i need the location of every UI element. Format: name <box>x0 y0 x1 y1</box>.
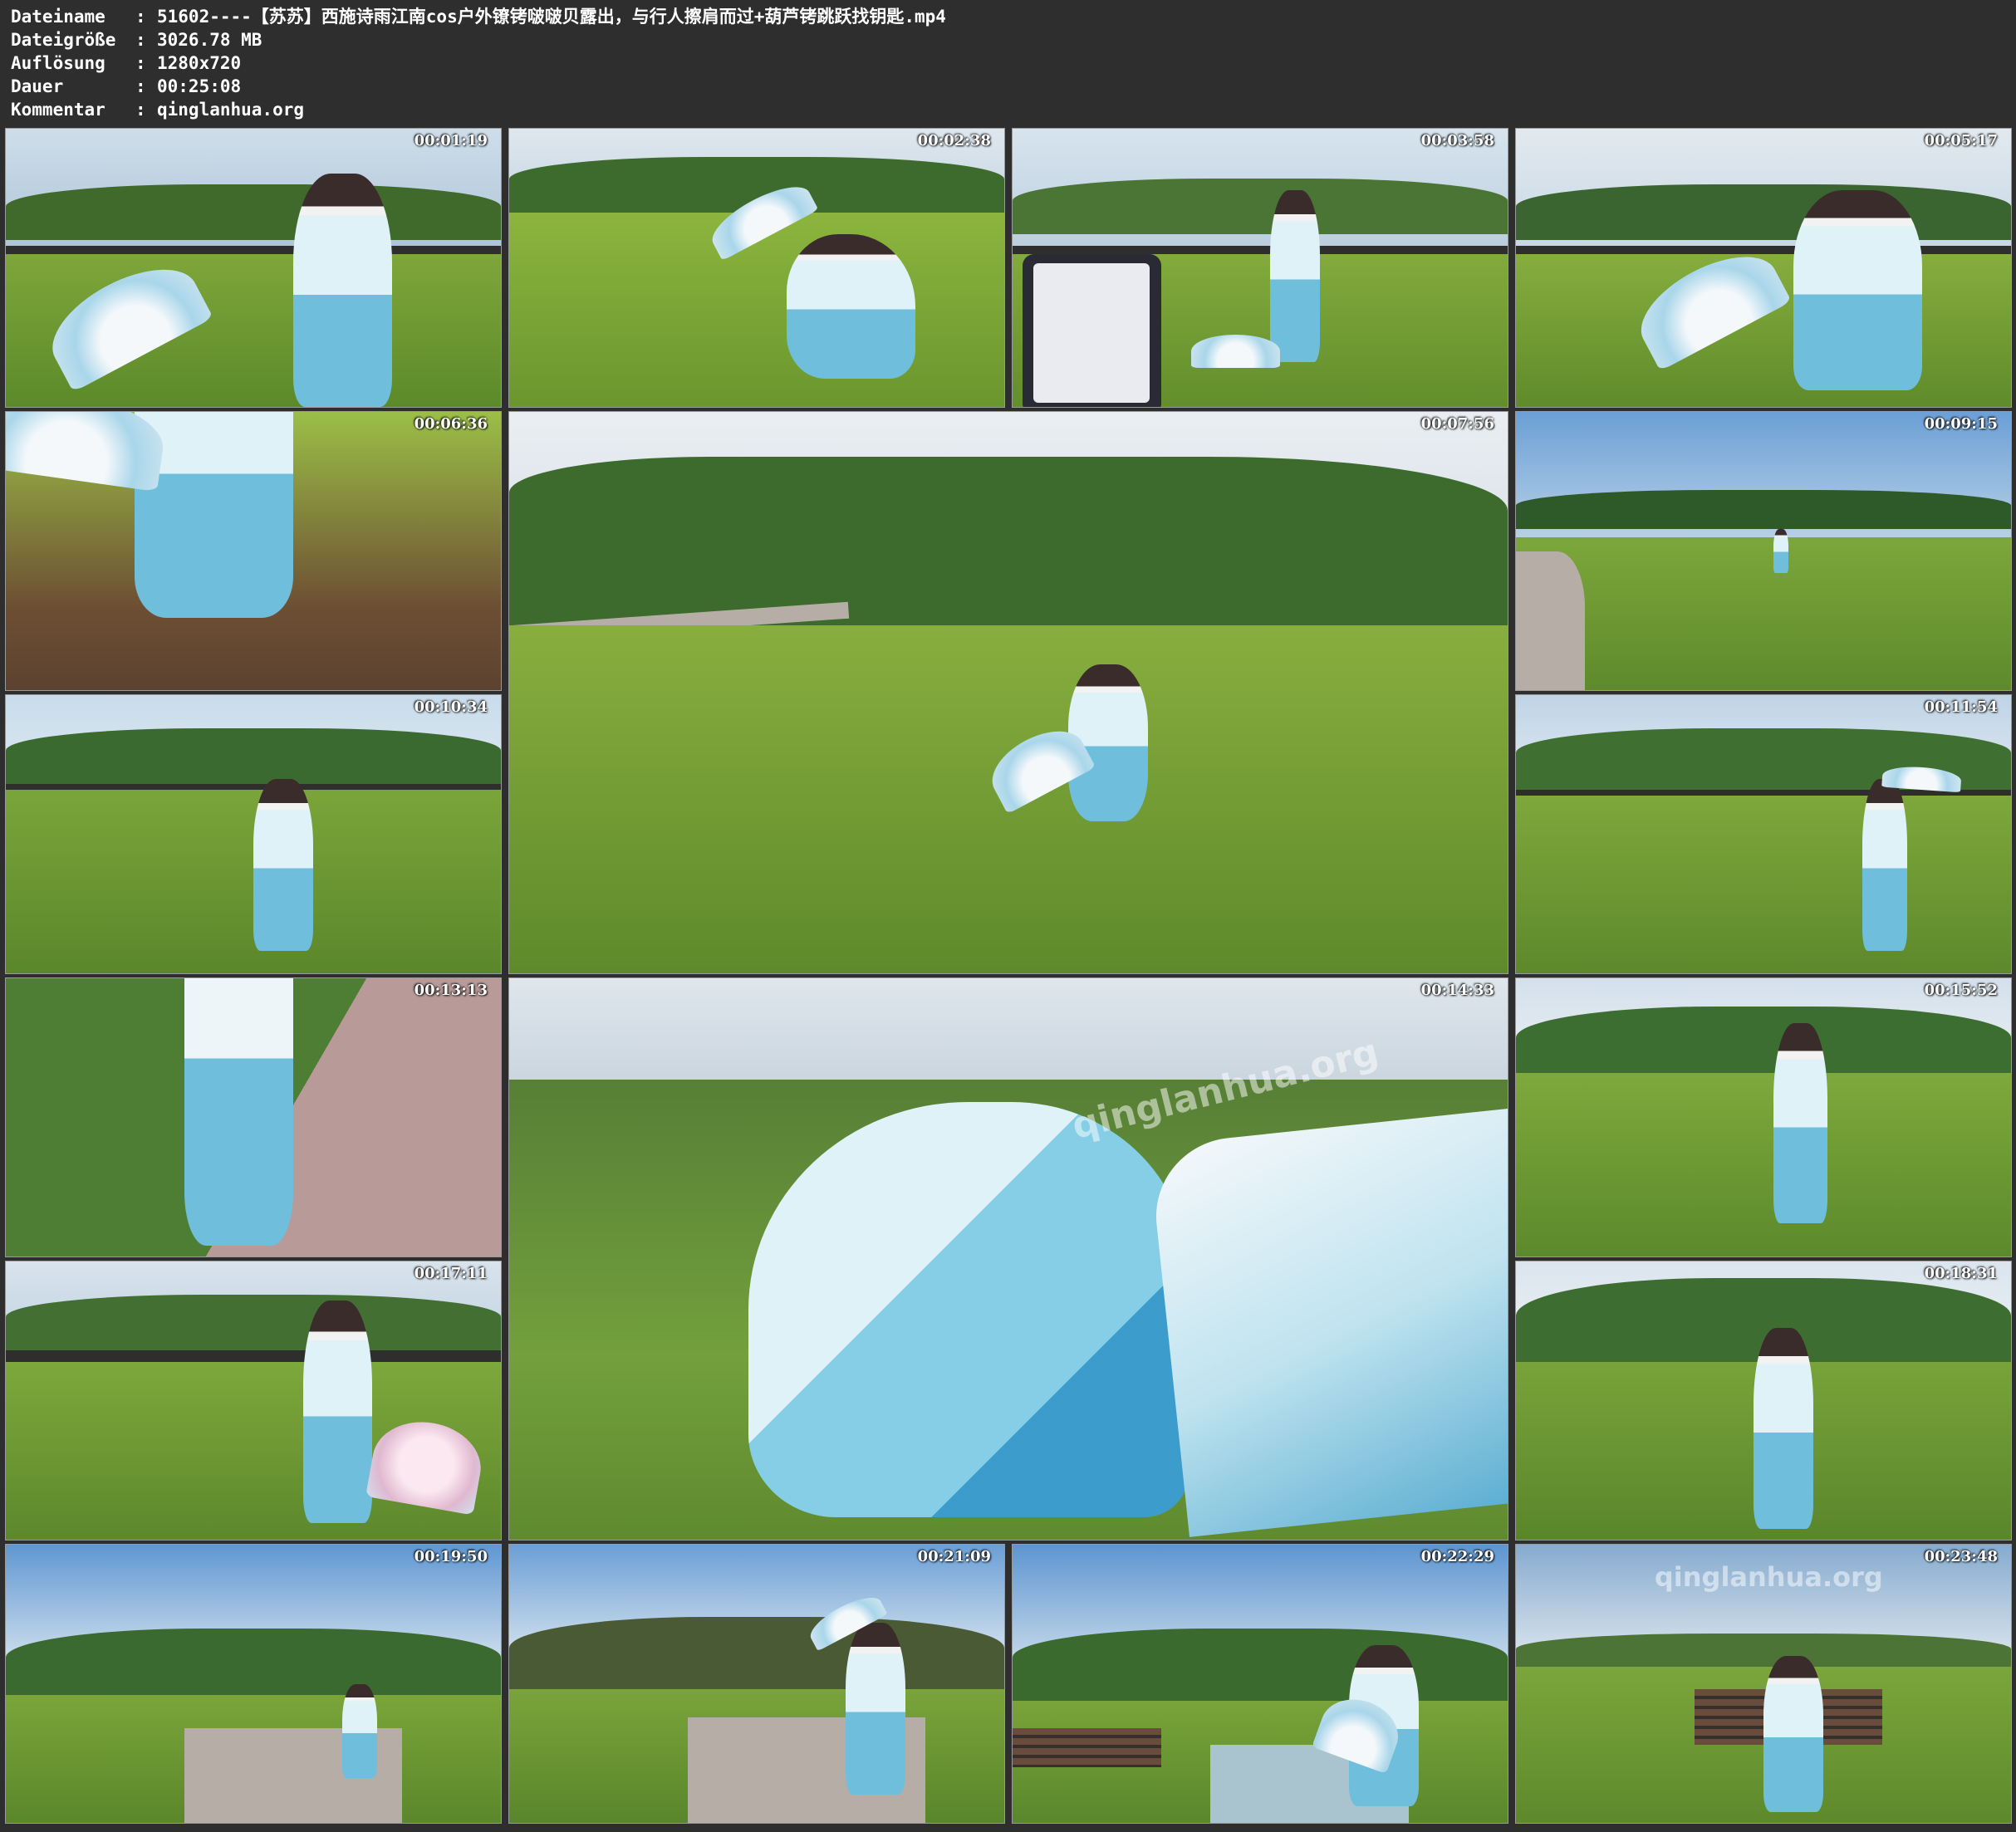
grass <box>1516 795 2011 973</box>
thumbnail[interactable]: 00:06:36 <box>5 411 502 691</box>
filename-sep: : <box>135 7 146 27</box>
grass <box>1516 1072 2011 1256</box>
duration-sep: : <box>135 76 146 96</box>
costumed-figure <box>1793 189 1922 390</box>
thumbnail[interactable]: 00:02:38 <box>508 128 1005 408</box>
filesize-row: Dateigröße : 3026.78 MB <box>11 28 946 51</box>
thumbnail[interactable]: 00:15:52 <box>1515 977 2012 1257</box>
phone-screen <box>1022 253 1161 407</box>
thumbnail[interactable]: 00:19:50 <box>5 1544 502 1824</box>
timestamp: 00:14:33 <box>1420 982 1494 999</box>
treeline <box>6 184 501 240</box>
timestamp: 00:15:52 <box>1924 982 1998 999</box>
filesize-value: 3026.78 MB <box>157 30 262 50</box>
thumbnail[interactable]: qinglanhua.org 00:23:48 <box>1515 1544 2012 1824</box>
filename-value: 51602----【苏苏】西施诗雨江南cos户外镣铐啵啵贝露出，与行人擦肩而过+… <box>157 7 946 27</box>
costumed-figure <box>1862 778 1907 952</box>
duration-row: Dauer : 00:25:08 <box>11 75 946 98</box>
treeline <box>509 1617 1004 1695</box>
file-info-header: Dateiname : 51602----【苏苏】西施诗雨江南cos户外镣铐啵啵… <box>11 5 946 121</box>
timestamp: 00:11:54 <box>1924 698 1998 716</box>
park-path <box>1516 551 1586 690</box>
costumed-figure <box>1763 1656 1823 1812</box>
costumed-figure <box>302 1300 373 1523</box>
resolution-value: 1280x720 <box>157 53 242 73</box>
resolution-key: Auflösung <box>11 53 105 73</box>
costumed-figure <box>846 1622 905 1795</box>
timestamp: 00:17:11 <box>414 1265 488 1282</box>
costumed-figure <box>1773 1022 1828 1223</box>
thumbnail[interactable]: 00:10:34 <box>5 694 502 974</box>
treeline <box>1013 1628 1508 1701</box>
timestamp: 00:03:58 <box>1420 132 1494 149</box>
comment-row: Kommentar : qinglanhua.org <box>11 98 946 121</box>
timestamp: 00:13:13 <box>414 982 488 999</box>
resolution-sep: : <box>135 53 146 73</box>
thumbnail[interactable]: 00:05:17 <box>1515 128 2012 408</box>
treeline <box>1516 184 2011 240</box>
thumbnail-large[interactable]: 00:07:56 <box>508 411 1508 974</box>
watermark: qinglanhua.org <box>1654 1561 1883 1594</box>
costumed-figure <box>748 1101 1189 1517</box>
parasol <box>1148 1104 1508 1537</box>
timestamp: 00:22:29 <box>1420 1548 1494 1565</box>
costumed-figure <box>253 778 313 952</box>
grass <box>1516 536 2011 690</box>
thumbnail[interactable]: 00:03:58 <box>1012 128 1508 408</box>
treeline <box>6 1295 501 1351</box>
filesize-sep: : <box>135 30 146 50</box>
timestamp: 00:09:15 <box>1924 415 1998 433</box>
treeline <box>6 728 501 785</box>
filesize-key: Dateigröße <box>11 30 116 50</box>
thumbnail[interactable]: 00:09:15 <box>1515 411 2012 691</box>
costumed-figure <box>1754 1328 1813 1529</box>
timestamp: 00:23:48 <box>1924 1548 1998 1565</box>
comment-value: qinglanhua.org <box>157 100 305 120</box>
thumbnail-large[interactable]: qinglanhua.org 00:14:33 <box>508 977 1508 1541</box>
duration-value: 00:25:08 <box>157 76 242 96</box>
thumbnail-grid: 00:01:19 00:02:38 00:03:58 00:05:17 00:0… <box>5 128 2012 1827</box>
parasol <box>1190 334 1280 369</box>
timestamp: 00:10:34 <box>414 698 488 716</box>
timestamp: 00:01:19 <box>414 132 488 149</box>
costumed-figure <box>292 173 392 407</box>
thumbnail[interactable]: 00:17:11 <box>5 1261 502 1541</box>
timestamp: 00:19:50 <box>414 1548 488 1565</box>
treeline <box>6 1628 501 1701</box>
thumbnail[interactable]: 00:18:31 <box>1515 1261 2012 1541</box>
timestamp: 00:02:38 <box>917 132 991 149</box>
treeline <box>1013 179 1508 235</box>
costumed-figure <box>342 1683 377 1779</box>
park-bench <box>1013 1728 1161 1767</box>
comment-sep: : <box>135 100 146 120</box>
resolution-row: Auflösung : 1280x720 <box>11 51 946 75</box>
thumbnail[interactable]: 00:11:54 <box>1515 694 2012 974</box>
thumbnail[interactable]: 00:13:13 <box>5 977 502 1257</box>
treeline <box>1516 489 2011 529</box>
costumed-figure <box>184 978 293 1246</box>
costumed-figure <box>1773 528 1788 574</box>
thumbnail[interactable]: 00:22:29 <box>1012 1544 1508 1824</box>
timestamp: 00:05:17 <box>1924 132 1998 149</box>
timestamp: 00:06:36 <box>414 415 488 433</box>
treeline <box>509 457 1508 637</box>
comment-key: Kommentar <box>11 100 105 120</box>
costumed-figure <box>786 234 915 380</box>
filename-row: Dateiname : 51602----【苏苏】西施诗雨江南cos户外镣铐啵啵… <box>11 5 946 28</box>
costumed-figure <box>1269 189 1320 363</box>
thumbnail[interactable]: 00:21:09 <box>508 1544 1005 1824</box>
filename-key: Dateiname <box>11 7 105 27</box>
duration-key: Dauer <box>11 76 64 96</box>
timestamp: 00:21:09 <box>917 1548 991 1565</box>
timestamp: 00:07:56 <box>1420 415 1494 433</box>
thumbnail[interactable]: 00:01:19 <box>5 128 502 408</box>
timestamp: 00:18:31 <box>1924 1265 1998 1282</box>
